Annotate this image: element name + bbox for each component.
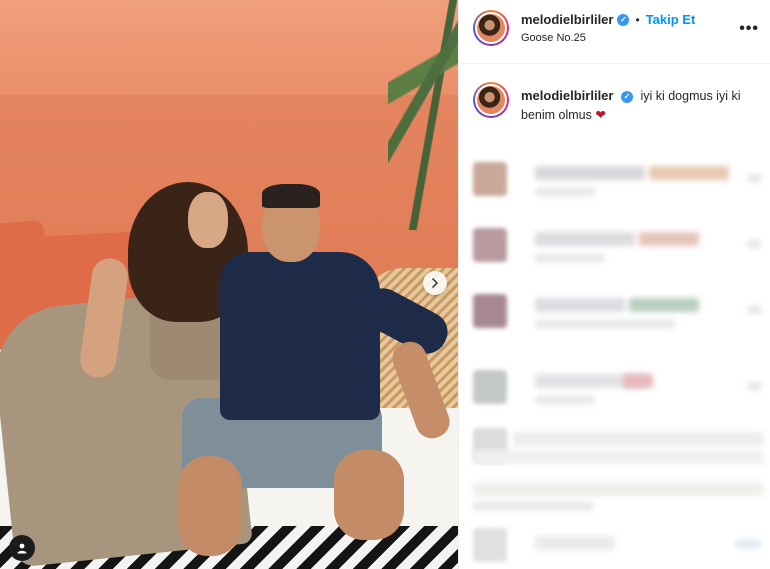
blurred-text	[629, 298, 699, 312]
blurred-comment	[473, 162, 763, 202]
more-options-icon[interactable]: •••	[739, 20, 759, 38]
caption-username[interactable]: melodielbirliler	[521, 88, 613, 103]
blurred-text	[623, 374, 653, 388]
blurred-like	[747, 240, 761, 248]
verified-badge-icon: ✓	[617, 13, 630, 26]
blurred-avatar	[473, 294, 507, 328]
caption-avatar[interactable]	[473, 82, 509, 118]
blurred-comment	[473, 528, 763, 568]
post-side-panel: melodielbirliler ✓ • Takip Et Goose No.2…	[458, 0, 770, 569]
tagged-users-button[interactable]	[9, 535, 35, 561]
blurred-text	[535, 232, 635, 246]
blurred-comment	[473, 370, 763, 410]
blurred-like	[747, 382, 761, 390]
man-leg-left	[178, 456, 242, 556]
blurred-meta	[535, 254, 605, 262]
chevron-right-icon	[432, 278, 439, 288]
verified-badge-icon: ✓	[620, 90, 633, 103]
blurred-comment	[473, 428, 763, 468]
next-photo-button[interactable]	[423, 271, 447, 295]
man-hair	[262, 184, 320, 208]
blurred-meta	[535, 188, 595, 196]
blurred-text	[535, 166, 645, 180]
blurred-text	[649, 166, 729, 180]
blurred-like	[747, 306, 761, 314]
caption-text-block: melodielbirliler ✓ iyi ki dogmus iyi ki …	[521, 86, 751, 125]
location-link[interactable]: Goose No.25	[521, 32, 586, 44]
separator-dot: •	[635, 12, 640, 27]
blurred-text	[473, 482, 763, 496]
blurred-text	[535, 298, 625, 312]
blurred-meta	[473, 502, 593, 510]
blurred-avatar	[473, 370, 507, 404]
palm-leaves	[388, 0, 458, 230]
blurred-text	[473, 450, 763, 464]
man-shirt	[220, 252, 380, 420]
blurred-like	[735, 540, 761, 548]
blurred-comment	[473, 294, 763, 334]
post-photo[interactable]	[0, 0, 458, 569]
blurred-text	[535, 536, 615, 550]
post-header: melodielbirliler ✓ • Takip Et Goose No.2…	[459, 0, 770, 64]
blurred-meta	[535, 320, 675, 328]
blurred-comment	[473, 228, 763, 268]
follow-button[interactable]: Takip Et	[646, 12, 696, 27]
blurred-comment	[473, 478, 763, 518]
blurred-avatar	[473, 228, 507, 262]
user-tag-icon	[17, 543, 27, 554]
blurred-avatar	[473, 162, 507, 196]
blurred-text	[639, 232, 699, 246]
blurred-meta	[535, 396, 595, 404]
heart-emoji: ❤	[595, 108, 606, 122]
man-leg-right	[334, 450, 404, 540]
woman-face	[188, 192, 228, 248]
blurred-avatar	[473, 528, 507, 562]
header-username[interactable]: melodielbirliler	[521, 12, 613, 27]
avatar[interactable]	[473, 10, 509, 46]
blurred-text	[513, 432, 763, 446]
blurred-like	[747, 174, 761, 182]
header-user-row: melodielbirliler ✓ • Takip Et	[521, 12, 695, 27]
